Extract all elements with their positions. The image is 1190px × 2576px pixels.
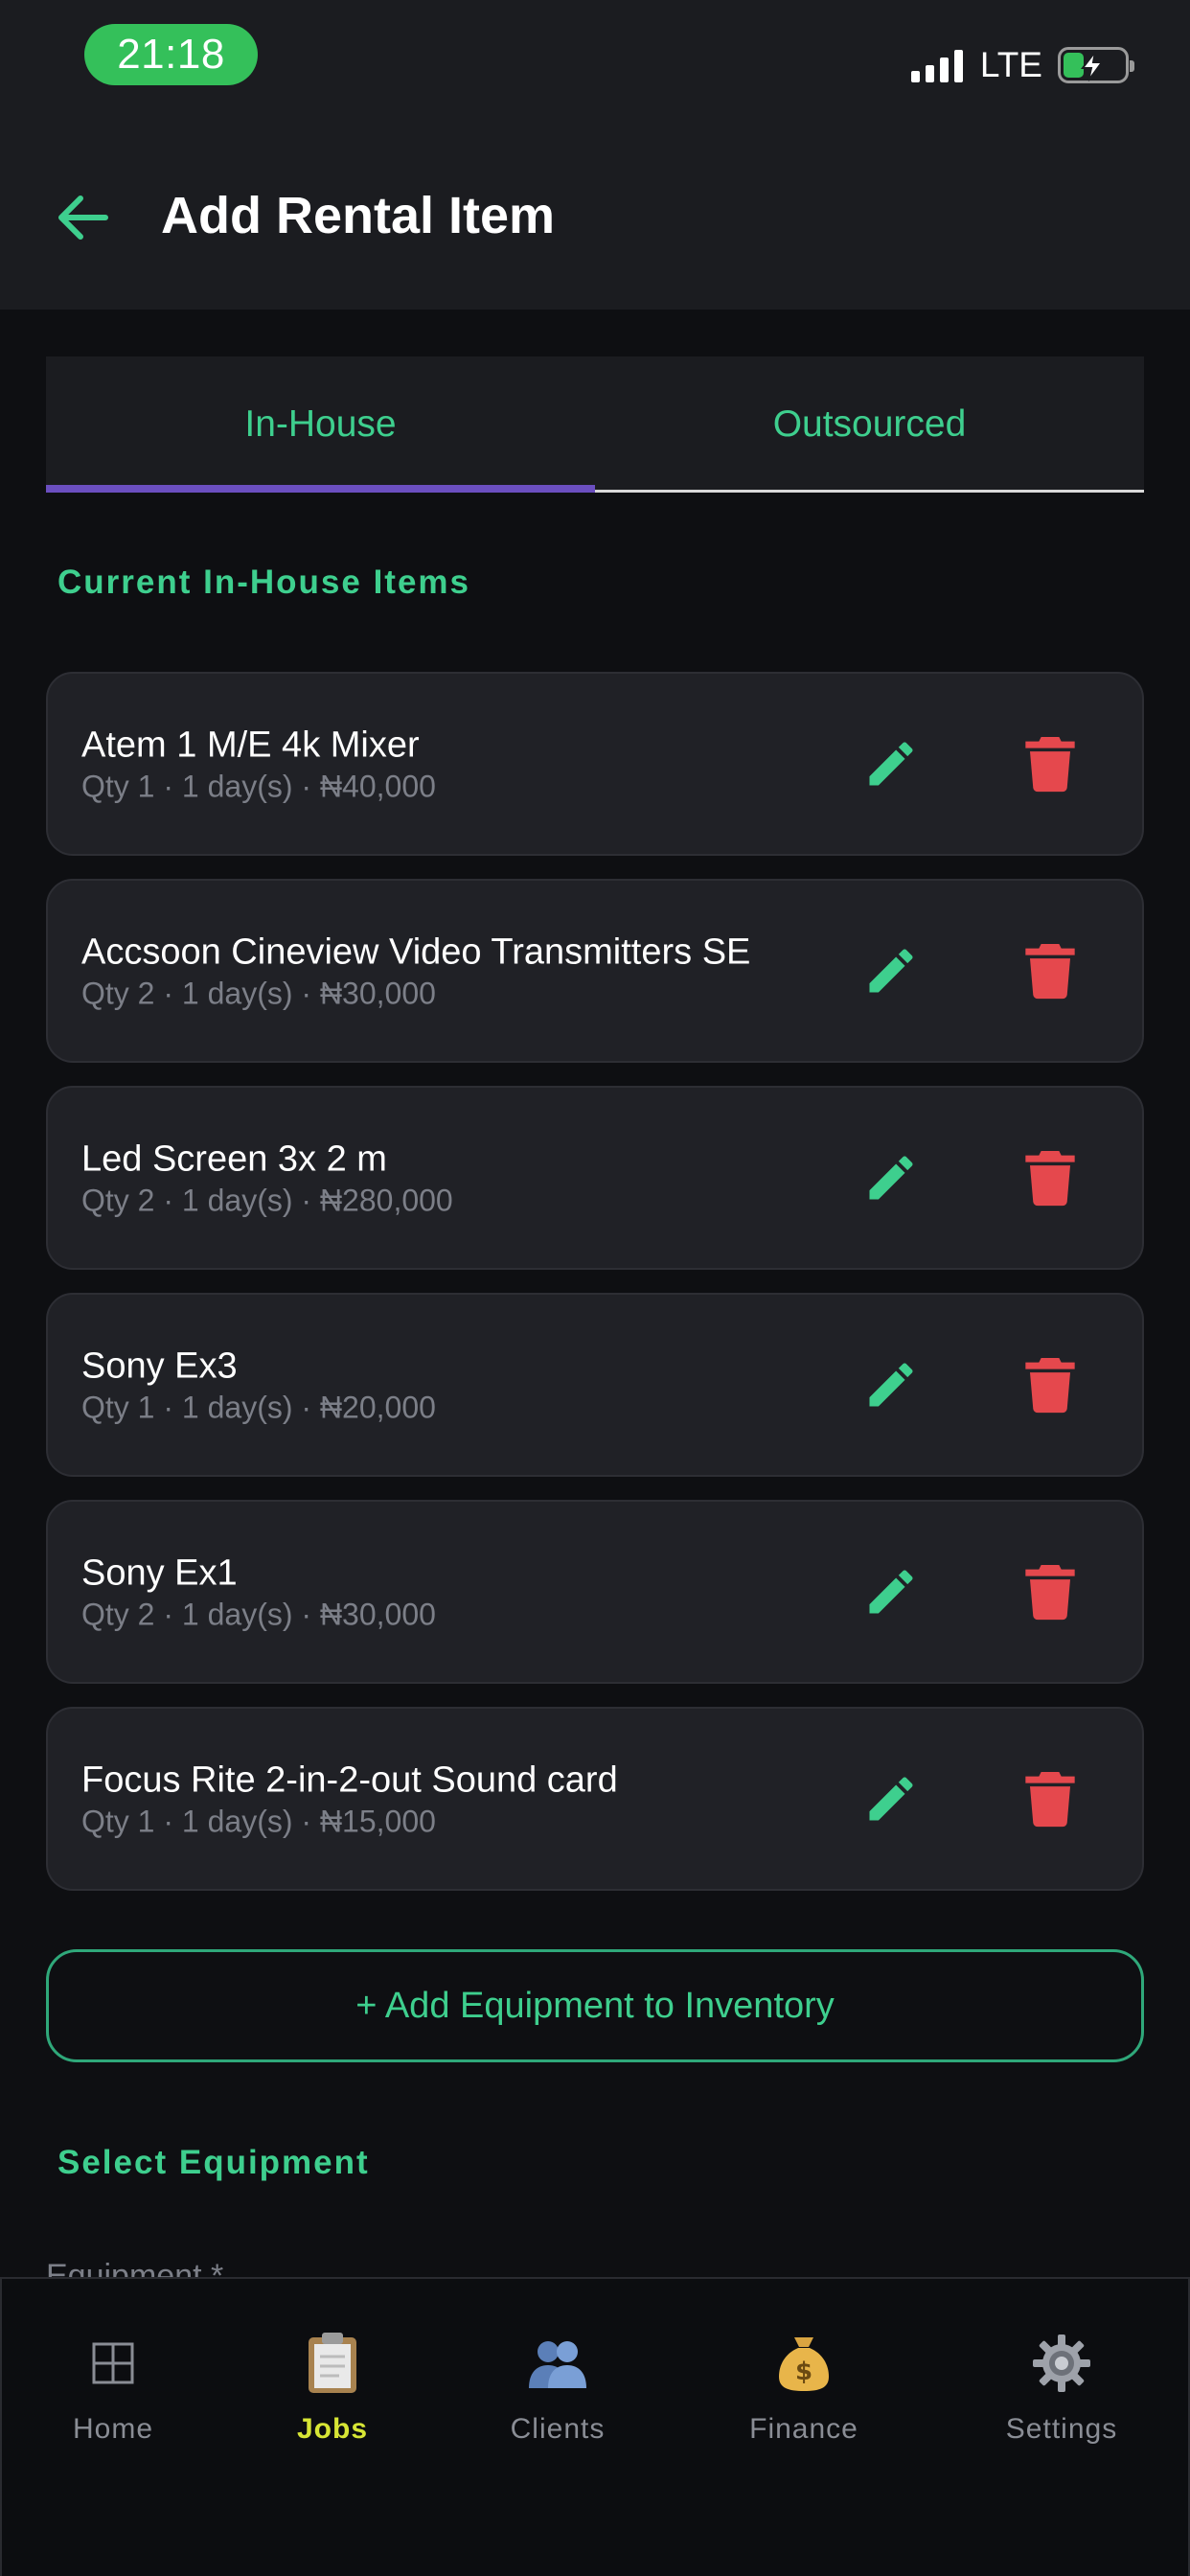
tab-label: In-House [244,403,397,445]
trash-icon [1025,737,1075,793]
list-item: Sony Ex1 Qty 2 · 1 day(s) · ₦30,000 [46,1500,1144,1684]
list-item: Accsoon Cineview Video Transmitters SE Q… [46,879,1144,1063]
edit-button[interactable] [853,932,929,1009]
nav-label: Clients [510,2413,606,2445]
arrow-left-icon [58,196,108,240]
item-meta: Qty 1 · 1 day(s) · ₦20,000 [81,1390,436,1425]
add-equipment-button[interactable]: + Add Equipment to Inventory [46,1949,1144,2062]
network-type: LTE [979,45,1042,84]
edit-button[interactable] [853,1139,929,1216]
item-name: Led Screen 3x 2 m [81,1138,387,1180]
item-meta: Qty 2 · 1 day(s) · ₦280,000 [81,1183,453,1218]
pencil-icon [869,1777,913,1821]
signal-icon [910,48,963,82]
item-name: Atem 1 M/E 4k Mixer [81,724,420,766]
delete-button[interactable] [1012,1553,1088,1630]
section-heading-current-items: Current In-House Items [57,564,470,601]
clipboard-icon [306,2329,359,2398]
delete-button[interactable] [1012,1139,1088,1216]
trash-icon [1025,1358,1075,1414]
battery-icon [1058,47,1134,83]
status-time: 21:18 [84,24,258,85]
tab-in-house[interactable]: In-House [46,356,595,493]
bottom-nav: Home Jobs Clients $ Finance Settings [0,2277,1190,2576]
app-header: 21:18 LTE Add Rental Item [0,0,1190,310]
tab-label: Outsourced [772,403,967,445]
tab-bar: In-House Outsourced [46,356,1144,493]
trash-icon [1025,944,1075,1000]
edit-button[interactable] [853,1760,929,1837]
money-bag-icon: $ [779,2329,829,2398]
item-name: Sony Ex1 [81,1552,238,1594]
pencil-icon [869,1363,913,1407]
status-indicators: LTE [910,44,1134,86]
items-list: Atem 1 M/E 4k Mixer Qty 1 · 1 day(s) · ₦… [46,672,1144,1914]
home-grid-icon [92,2329,134,2398]
item-meta: Qty 2 · 1 day(s) · ₦30,000 [81,1597,436,1632]
pencil-icon [869,1570,913,1614]
nav-item-clients[interactable]: Clients [462,2329,653,2446]
nav-label: Finance [749,2413,858,2445]
nav-item-finance[interactable]: $ Finance [708,2329,900,2446]
nav-label: Settings [1005,2413,1118,2445]
delete-button[interactable] [1012,932,1088,1009]
section-heading-select-equipment: Select Equipment [57,2144,370,2181]
edit-button[interactable] [853,1553,929,1630]
page-title: Add Rental Item [161,187,556,244]
trash-icon [1025,1565,1075,1621]
trash-icon [1025,1151,1075,1207]
item-meta: Qty 2 · 1 day(s) · ₦30,000 [81,976,436,1011]
edit-button[interactable] [853,725,929,802]
item-name: Focus Rite 2-in-2-out Sound card [81,1760,618,1801]
svg-text:$: $ [795,2358,812,2386]
tab-divider [595,490,1144,493]
delete-button[interactable] [1012,1346,1088,1423]
delete-button[interactable] [1012,725,1088,802]
gear-icon [1032,2329,1091,2398]
item-name: Accsoon Cineview Video Transmitters SE [81,932,751,973]
list-item: Led Screen 3x 2 m Qty 2 · 1 day(s) · ₦28… [46,1086,1144,1270]
trash-icon [1025,1772,1075,1828]
nav-label: Jobs [296,2413,369,2445]
tab-indicator [46,485,595,493]
item-meta: Qty 1 · 1 day(s) · ₦40,000 [81,769,436,804]
list-item: Atem 1 M/E 4k Mixer Qty 1 · 1 day(s) · ₦… [46,672,1144,856]
edit-button[interactable] [853,1346,929,1423]
nav-item-jobs[interactable]: Jobs [237,2329,428,2446]
delete-button[interactable] [1012,1760,1088,1837]
tab-outsourced[interactable]: Outsourced [595,356,1144,493]
item-meta: Qty 1 · 1 day(s) · ₦15,000 [81,1804,436,1839]
nav-item-settings[interactable]: Settings [966,2329,1157,2446]
nav-label: Home [72,2413,154,2445]
item-name: Sony Ex3 [81,1346,238,1387]
pencil-icon [869,1156,913,1200]
list-item: Focus Rite 2-in-2-out Sound card Qty 1 ·… [46,1707,1144,1891]
people-icon [527,2329,588,2398]
pencil-icon [869,742,913,786]
nav-item-home[interactable]: Home [17,2329,209,2446]
pencil-icon [869,949,913,993]
back-button[interactable] [50,185,115,250]
list-item: Sony Ex3 Qty 1 · 1 day(s) · ₦20,000 [46,1293,1144,1477]
